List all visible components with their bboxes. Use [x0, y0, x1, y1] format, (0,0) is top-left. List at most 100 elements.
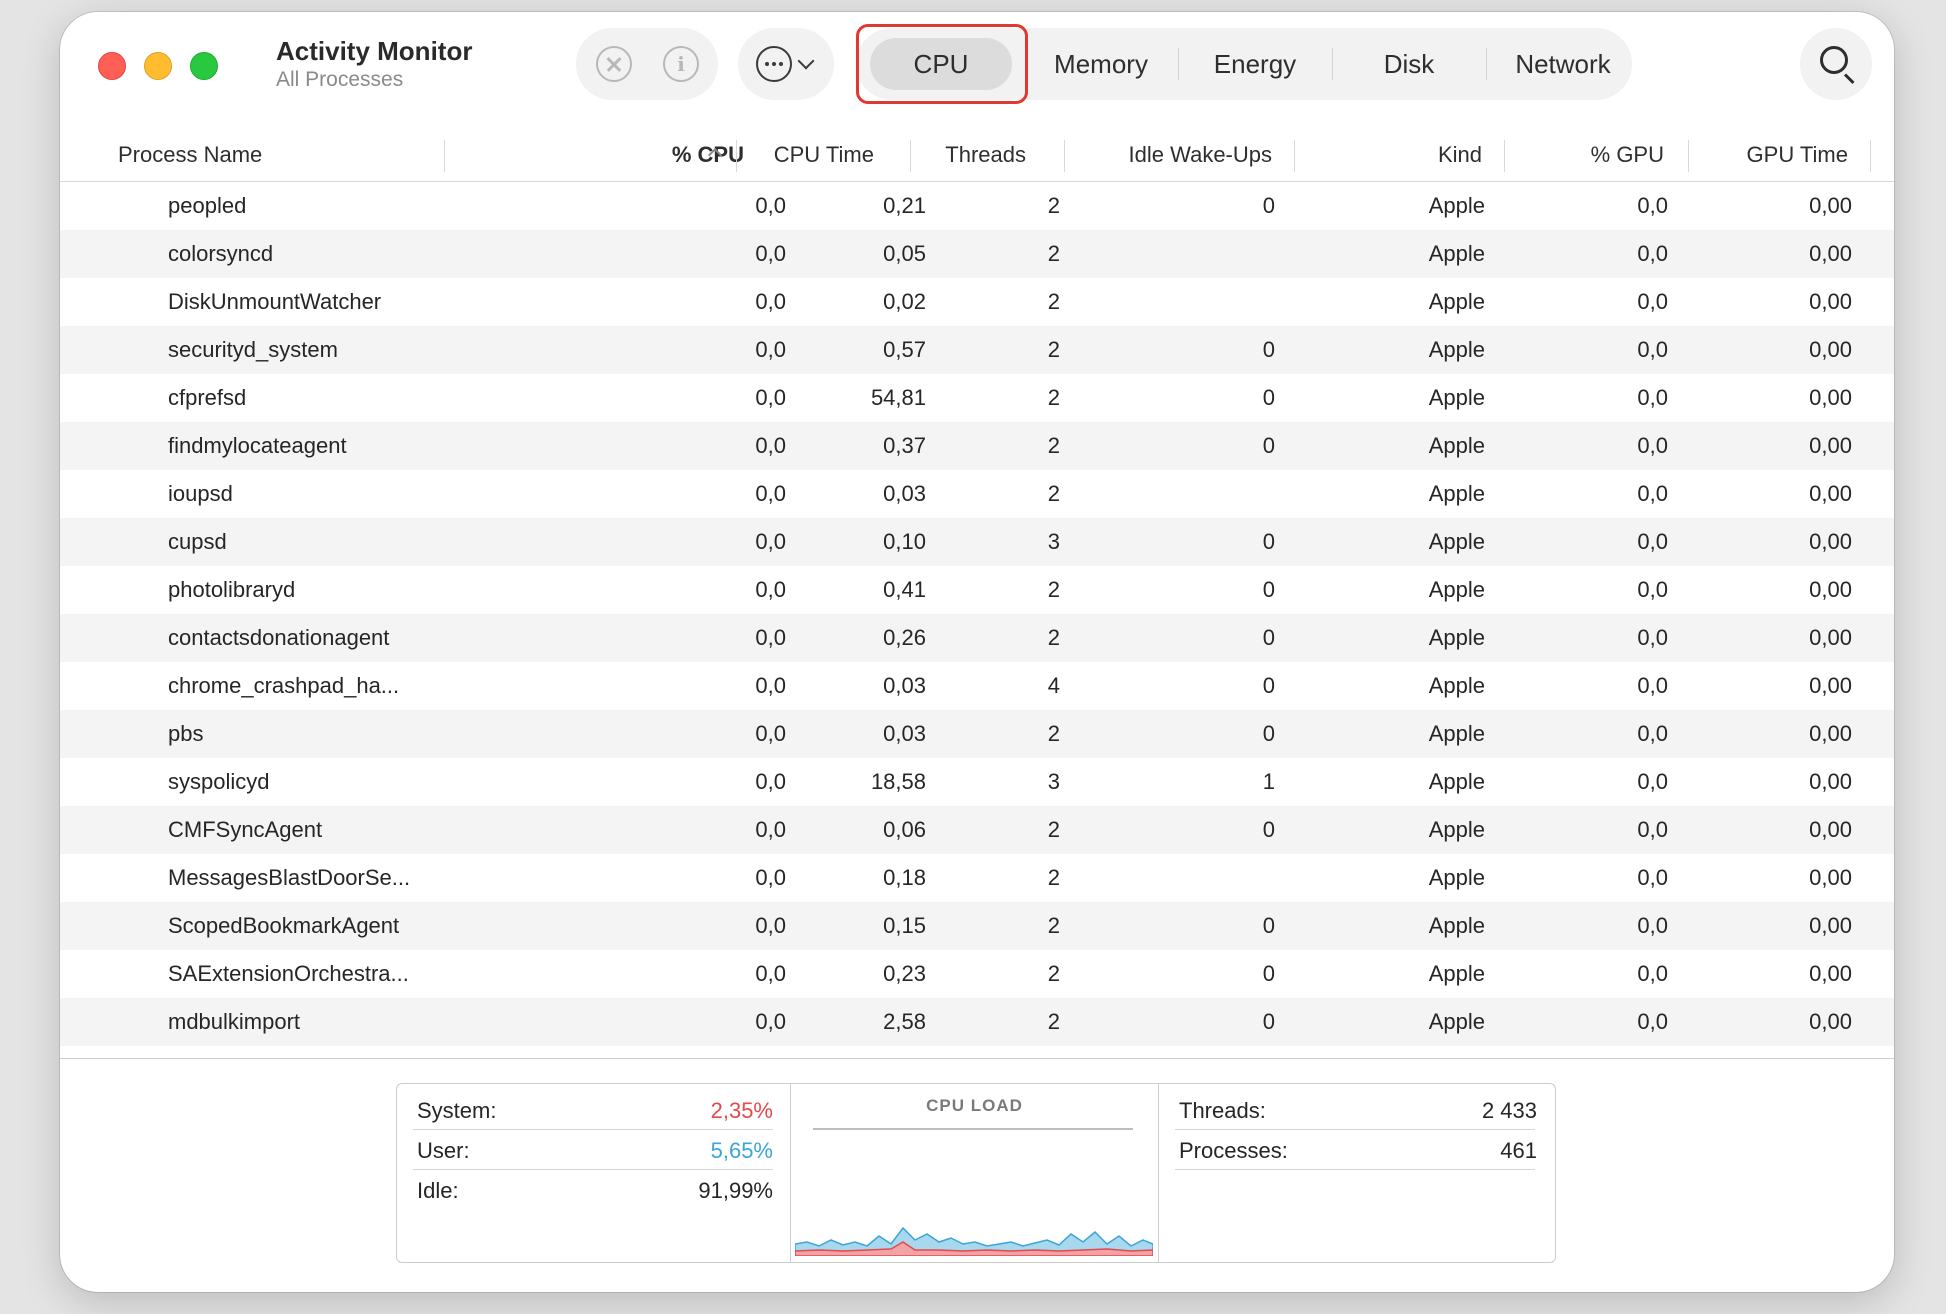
- minimize-window-button[interactable]: [144, 52, 172, 80]
- gpu-time-cell: 0,00: [1809, 193, 1852, 218]
- gpu-percent-cell: 0,0: [1637, 433, 1668, 458]
- stat-system-value: 2,35%: [710, 1098, 773, 1123]
- gpu-time-cell: 0,00: [1809, 337, 1852, 362]
- table-row[interactable]: securityd_system 0,0 0,57 2 0 Apple 0,0 0,00: [60, 326, 1894, 374]
- kind-cell: Apple: [1428, 769, 1485, 794]
- column-divider[interactable]: [1294, 140, 1295, 172]
- column-divider[interactable]: [444, 140, 445, 172]
- column-divider[interactable]: [1064, 140, 1065, 172]
- cpu-time-cell: 0,23: [883, 961, 926, 986]
- x-circle-icon[interactable]: [596, 46, 632, 82]
- threads-cell: 3: [1047, 529, 1060, 554]
- kind-cell: Apple: [1428, 337, 1485, 362]
- column-divider[interactable]: [1504, 140, 1505, 172]
- column-header-kind[interactable]: Kind: [1438, 142, 1482, 168]
- gpu-percent-cell: 0,0: [1637, 625, 1668, 650]
- stat-threads-value: 2 433: [1481, 1098, 1537, 1123]
- table-row[interactable]: cupsd 0,0 0,10 3 0 Apple 0,0 0,00: [60, 518, 1894, 566]
- cpu-time-cell: 18,58: [870, 769, 926, 794]
- table-row[interactable]: SAExtensionOrchestra... 0,0 0,23 2 0 Apple 0,0…: [60, 950, 1894, 998]
- cpu-time-cell: 0,21: [883, 193, 926, 218]
- cpu-time-cell: 0,26: [883, 625, 926, 650]
- column-divider[interactable]: [736, 140, 737, 172]
- process-table: peopled 0,0 0,21 2 0 Apple 0,0 0,00 colorsyncd 0,…: [60, 182, 1894, 1058]
- stat-processes-value: 461: [1500, 1138, 1537, 1163]
- cpu-time-cell: 0,03: [883, 673, 926, 698]
- column-divider[interactable]: [1688, 140, 1689, 172]
- activity-monitor-window: Activity Monitor All Processes i CPU Mem…: [60, 12, 1894, 1292]
- tab-memory[interactable]: Memory: [1026, 28, 1176, 100]
- cpu-percent-cell: 0,0: [755, 529, 786, 554]
- gpu-time-cell: 0,00: [1809, 865, 1852, 890]
- column-header-cpu-time[interactable]: CPU Time: [774, 142, 874, 168]
- process-count-panel: Threads: 2 433 Processes: 461: [1159, 1084, 1555, 1262]
- stat-processes: Processes: 461: [1175, 1130, 1537, 1170]
- gpu-time-cell: 0,00: [1809, 529, 1852, 554]
- more-actions-button[interactable]: [738, 28, 834, 100]
- tab-energy[interactable]: Energy: [1180, 28, 1330, 100]
- kind-cell: Apple: [1428, 673, 1485, 698]
- cpu-percent-cell: 0,0: [755, 865, 786, 890]
- table-row[interactable]: DiskUnmountWatcher 0,0 0,02 2 Apple 0,0 0,00: [60, 278, 1894, 326]
- process-name-cell: securityd_system: [168, 337, 338, 362]
- cpu-percent-cell: 0,0: [755, 673, 786, 698]
- table-row[interactable]: ScopedBookmarkAgent 0,0 0,15 2 0 Apple 0,0 0,00: [60, 902, 1894, 950]
- kind-cell: Apple: [1428, 625, 1485, 650]
- table-row[interactable]: contactsdonationagent 0,0 0,26 2 0 Apple 0,0 0,…: [60, 614, 1894, 662]
- table-row[interactable]: pbs 0,0 0,03 2 0 Apple 0,0 0,00: [60, 710, 1894, 758]
- cpu-percent-cell: 0,0: [755, 193, 786, 218]
- column-header-threads[interactable]: Threads: [945, 142, 1026, 168]
- gpu-percent-cell: 0,0: [1637, 241, 1668, 266]
- table-row[interactable]: ioupsd 0,0 0,03 2 Apple 0,0 0,00: [60, 470, 1894, 518]
- table-row[interactable]: syspolicyd 0,0 18,58 3 1 Apple 0,0 0,00: [60, 758, 1894, 806]
- threads-cell: 2: [1047, 385, 1060, 410]
- table-row[interactable]: peopled 0,0 0,21 2 0 Apple 0,0 0,00: [60, 182, 1894, 230]
- column-header-gpu-percent[interactable]: % GPU: [1591, 142, 1664, 168]
- column-header-idle-wake-ups[interactable]: Idle Wake-Ups: [1129, 142, 1272, 168]
- process-name-cell: CMFSyncAgent: [168, 817, 323, 842]
- tab-cpu[interactable]: CPU: [870, 38, 1012, 90]
- column-header-process-name[interactable]: Process Name: [118, 142, 262, 168]
- table-row[interactable]: colorsyncd 0,0 0,05 2 Apple 0,0 0,00: [60, 230, 1894, 278]
- tab-network[interactable]: Network: [1488, 28, 1638, 100]
- table-row[interactable]: cfprefsd 0,0 54,81 2 0 Apple 0,0 0,00: [60, 374, 1894, 422]
- cpu-time-cell: 0,15: [883, 913, 926, 938]
- cpu-summary-footer: System: 2,35% User: 5,65% Idle: 91,99% C…: [60, 1058, 1894, 1292]
- cpu-percent-cell: 0,0: [755, 481, 786, 506]
- idle-wake-ups-cell: 0: [1262, 193, 1275, 218]
- gpu-time-cell: 0,00: [1809, 433, 1852, 458]
- idle-wake-ups-cell: 0: [1262, 337, 1275, 362]
- column-divider[interactable]: [1870, 140, 1871, 172]
- column-divider[interactable]: [910, 140, 911, 172]
- cpu-percent-cell: 0,0: [755, 289, 786, 314]
- stat-threads-label: Threads:: [1179, 1098, 1266, 1123]
- search-button[interactable]: [1800, 28, 1872, 100]
- gpu-percent-cell: 0,0: [1637, 961, 1668, 986]
- app-subtitle[interactable]: All Processes: [276, 68, 403, 92]
- cpu-time-cell: 0,41: [883, 577, 926, 602]
- column-header-gpu-time[interactable]: GPU Time: [1747, 142, 1848, 168]
- table-row[interactable]: MessagesBlastDoorSe... 0,0 0,18 2 Apple 0,0 0,…: [60, 854, 1894, 902]
- cpu-percent-cell: 0,0: [755, 961, 786, 986]
- ellipsis-circle-icon: [756, 46, 792, 82]
- gpu-percent-cell: 0,0: [1637, 337, 1668, 362]
- cpu-percent-cell: 0,0: [755, 817, 786, 842]
- column-headers: Process Name % CPU CPU Time Threads Idle…: [60, 124, 1894, 182]
- kind-cell: Apple: [1428, 721, 1485, 746]
- process-name-cell: contactsdonationagent: [168, 625, 390, 650]
- table-row[interactable]: chrome_crashpad_ha... 0,0 0,03 4 0 Apple 0,0 0,…: [60, 662, 1894, 710]
- maximize-window-button[interactable]: [190, 52, 218, 80]
- cpu-percent-cell: 0,0: [755, 625, 786, 650]
- gpu-percent-cell: 0,0: [1637, 289, 1668, 314]
- table-row[interactable]: mdbulkimport 0,0 2,58 2 0 Apple 0,0 0,00: [60, 998, 1894, 1046]
- table-row[interactable]: findmylocateagent 0,0 0,37 2 0 Apple 0,0 0,00: [60, 422, 1894, 470]
- table-row[interactable]: photolibraryd 0,0 0,41 2 0 Apple 0,0 0,00: [60, 566, 1894, 614]
- close-window-button[interactable]: [98, 52, 126, 80]
- threads-cell: 2: [1047, 1009, 1060, 1034]
- cpu-usage-panel: System: 2,35% User: 5,65% Idle: 91,99%: [397, 1084, 791, 1262]
- view-tabs: CPU Memory Energy Disk Network: [856, 28, 1632, 100]
- tab-disk[interactable]: Disk: [1334, 28, 1484, 100]
- cpu-time-cell: 0,05: [883, 241, 926, 266]
- info-circle-icon[interactable]: i: [663, 46, 699, 82]
- table-row[interactable]: CMFSyncAgent 0,0 0,06 2 0 Apple 0,0 0,00: [60, 806, 1894, 854]
